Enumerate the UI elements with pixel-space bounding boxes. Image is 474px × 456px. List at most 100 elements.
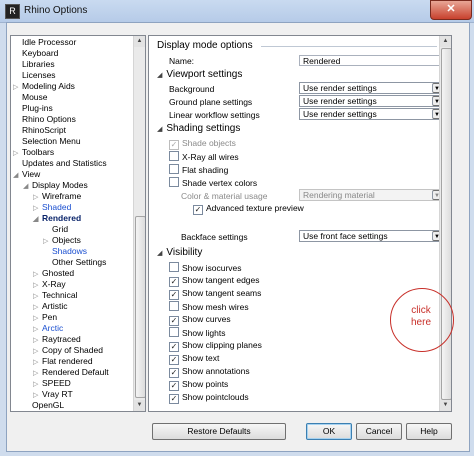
- viewport-settings-header[interactable]: ◢ Viewport settings: [157, 69, 242, 80]
- tree-item[interactable]: OpenGL: [23, 400, 64, 411]
- tree-item-label: Flat rendered: [42, 356, 93, 366]
- visibility-checkbox[interactable]: Show mesh wires: [169, 301, 249, 312]
- tree-item[interactable]: ◢ Display Modes: [23, 180, 88, 191]
- collapse-icon: ◢: [157, 126, 163, 133]
- checkmark-icon: ✓: [169, 368, 179, 378]
- background-select[interactable]: Use render settings ▼: [299, 82, 443, 94]
- tree-item[interactable]: RhinoScript: [13, 125, 66, 136]
- ground-plane-label: Ground plane settings: [169, 97, 253, 107]
- visibility-checkbox[interactable]: ✓ Show tangent seams: [169, 288, 261, 300]
- scroll-thumb[interactable]: [441, 48, 451, 400]
- collapse-icon: ◢: [157, 72, 163, 79]
- ok-button[interactable]: OK: [306, 423, 352, 440]
- shade-objects-checkbox[interactable]: ✓ Shade objects: [169, 138, 236, 150]
- tree-item[interactable]: ▷ Artistic: [33, 301, 68, 312]
- tree-item[interactable]: ▷ Rendered Default: [33, 367, 109, 378]
- flat-shading-checkbox[interactable]: Flat shading: [169, 164, 228, 175]
- tree-item-label: Display Modes: [32, 180, 88, 190]
- options-tree: Idle Processor Keyboard Libraries Licenses ▷…: [10, 35, 146, 412]
- visibility-checkbox[interactable]: ✓ Show tangent edges: [169, 275, 260, 287]
- tree-item[interactable]: ◢ View: [13, 169, 40, 180]
- tree-item[interactable]: Updates and Statistics: [13, 158, 107, 169]
- tree-item[interactable]: ▷ Raytraced: [33, 334, 81, 345]
- scroll-down-icon[interactable]: ▼: [134, 400, 145, 411]
- tree-item-label: Licenses: [22, 70, 56, 80]
- cancel-button[interactable]: Cancel: [356, 423, 402, 440]
- shading-settings-header[interactable]: ◢ Shading settings: [157, 123, 240, 134]
- close-button[interactable]: ✕: [430, 0, 472, 20]
- tree-item[interactable]: ▷ Arctic: [33, 323, 63, 334]
- ground-plane-select[interactable]: Use render settings ▼: [299, 95, 443, 107]
- tree-item[interactable]: Idle Processor: [13, 37, 76, 48]
- checkbox-label: Show pointclouds: [182, 392, 249, 402]
- tree-item[interactable]: ▷ Technical: [33, 290, 77, 301]
- tree-item[interactable]: ▷ Pen: [33, 312, 57, 323]
- tree-item[interactable]: ▷ Wireframe: [33, 191, 81, 202]
- tree-item[interactable]: Keyboard: [13, 48, 58, 59]
- tree-item-label: Artistic: [42, 301, 68, 311]
- tree-item[interactable]: ▷ Modeling Aids: [13, 81, 75, 92]
- tree-item-label: Ghosted: [42, 268, 75, 278]
- tree-item-label: RhinoScript: [22, 125, 66, 135]
- window-title: Rhino Options: [24, 5, 88, 16]
- xray-checkbox[interactable]: X-Ray all wires: [169, 151, 239, 162]
- vertex-colors-checkbox[interactable]: Shade vertex colors: [169, 177, 257, 188]
- tree-item-label: Other Settings: [52, 257, 107, 267]
- restore-defaults-button[interactable]: Restore Defaults: [152, 423, 286, 440]
- tree-item[interactable]: Libraries: [13, 59, 55, 70]
- visibility-checkbox[interactable]: ✓ Show curves: [169, 314, 231, 326]
- help-button[interactable]: Help: [406, 423, 452, 440]
- tree-item[interactable]: Grid: [43, 224, 68, 235]
- tree-item-label: Objects: [52, 235, 81, 245]
- tree-item[interactable]: Rhino Options: [13, 114, 76, 125]
- tree-item[interactable]: Other Settings: [43, 257, 106, 268]
- visibility-header[interactable]: ◢ Visibility: [157, 247, 202, 258]
- advanced-texture-checkbox[interactable]: ✓ Advanced texture preview: [193, 203, 304, 215]
- tree-item[interactable]: ▷ SPEED: [33, 378, 71, 389]
- scroll-down-icon[interactable]: ▼: [440, 400, 451, 411]
- tree-item[interactable]: ▷ Copy of Shaded: [33, 345, 103, 356]
- tree-item-label: OpenGL: [32, 400, 65, 410]
- tree-item[interactable]: Licenses: [13, 70, 56, 81]
- scroll-thumb[interactable]: [135, 216, 145, 398]
- expand-arrow-icon[interactable]: ◢: [13, 170, 22, 181]
- checkmark-icon: ✓: [169, 316, 179, 326]
- tree-item[interactable]: ▷ Ghosted: [33, 268, 74, 279]
- visibility-checkbox[interactable]: Show isocurves: [169, 262, 242, 273]
- visibility-checkbox[interactable]: ✓ Show pointclouds: [169, 392, 249, 404]
- tree-item[interactable]: Selection Menu: [13, 136, 81, 147]
- expand-arrow-icon[interactable]: ◢: [33, 214, 42, 225]
- color-usage-select[interactable]: Rendering material ▼: [299, 189, 443, 201]
- checkbox-label: Show mesh wires: [182, 302, 249, 312]
- tree-item[interactable]: Shadows: [43, 246, 87, 257]
- tree-item[interactable]: Plug-ins: [13, 103, 53, 114]
- tree-item[interactable]: ▷ Objects: [43, 235, 81, 246]
- visibility-checkbox[interactable]: ✓ Show text: [169, 353, 219, 365]
- linear-workflow-select[interactable]: Use render settings ▼: [299, 108, 443, 120]
- scroll-up-icon[interactable]: ▲: [440, 36, 451, 47]
- checkbox-label: Show annotations: [182, 366, 250, 376]
- tree-scrollbar[interactable]: ▲ ▼: [133, 36, 145, 411]
- panel-scrollbar[interactable]: ▲ ▼: [439, 36, 451, 411]
- checkbox-box: [169, 301, 179, 311]
- visibility-checkbox[interactable]: ✓ Show clipping planes: [169, 340, 262, 352]
- scroll-up-icon[interactable]: ▲: [134, 36, 145, 47]
- tree-item[interactable]: ◢ Rendered: [33, 213, 81, 224]
- tree-item-label: Raytraced: [42, 334, 81, 344]
- tree-item[interactable]: ▷ Flat rendered: [33, 356, 93, 367]
- tree-item-label: View: [22, 169, 41, 179]
- visibility-checkbox[interactable]: ✓ Show points: [169, 379, 228, 391]
- display-mode-options-header: Display mode options: [157, 40, 253, 51]
- tree-item[interactable]: ▷ Toolbars: [13, 147, 54, 158]
- backface-select[interactable]: Use front face settings ▼: [299, 230, 443, 242]
- visibility-checkbox[interactable]: Show lights: [169, 327, 225, 338]
- checkbox-label: Show tangent edges: [182, 275, 260, 285]
- tree-item[interactable]: ▷ Shaded: [33, 202, 71, 213]
- tree-item[interactable]: Mouse: [13, 92, 48, 103]
- tree-item[interactable]: ▷ Vray RT: [33, 389, 73, 400]
- expand-arrow-icon[interactable]: ◢: [23, 181, 32, 192]
- checkbox-label: Show curves: [182, 314, 231, 324]
- tree-item[interactable]: ▷ X-Ray: [33, 279, 66, 290]
- name-input[interactable]: Rendered: [299, 55, 443, 66]
- visibility-checkbox[interactable]: ✓ Show annotations: [169, 366, 250, 378]
